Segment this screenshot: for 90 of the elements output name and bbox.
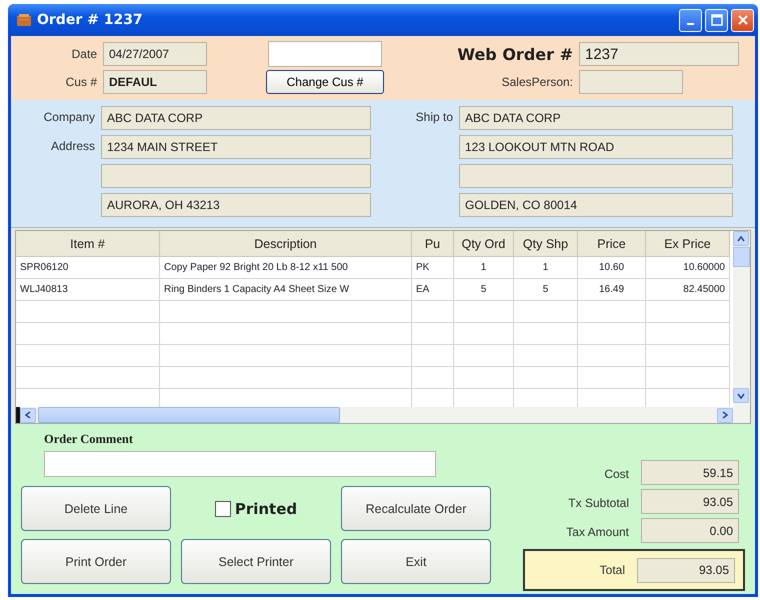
table-cell: [454, 323, 514, 345]
recalculate-order-button[interactable]: Recalculate Order: [341, 486, 491, 531]
table-cell: [454, 345, 514, 367]
maximize-button[interactable]: [705, 8, 728, 32]
app-icon: [16, 13, 32, 27]
web-order-label: Web Order #: [456, 44, 573, 64]
total-label: Tx Subtotal: [567, 496, 629, 510]
horizontal-scrollbar[interactable]: [16, 407, 733, 423]
table-cell: [412, 323, 454, 345]
table-cell: [412, 367, 454, 389]
ship-address-field[interactable]: [459, 164, 733, 188]
scrollbar-thumb[interactable]: [38, 407, 340, 423]
minimize-icon: [687, 23, 694, 25]
scroll-right-button[interactable]: [717, 408, 733, 422]
ship-address-field[interactable]: 123 LOOKOUT MTN ROAD: [459, 135, 733, 159]
table-cell: Copy Paper 92 Bright 20 Lb 8-12 x11 500: [160, 257, 412, 279]
table-cell: [412, 345, 454, 367]
table-cell: 10.60000: [646, 257, 730, 279]
web-order-field[interactable]: 1237: [579, 42, 739, 66]
column-header[interactable]: Description: [160, 231, 412, 257]
table-cell: 16.49: [578, 279, 646, 301]
column-header[interactable]: Price: [578, 231, 646, 257]
table-cell: WLJ40813: [16, 279, 160, 301]
table-cell: [578, 367, 646, 389]
address-field[interactable]: [101, 164, 371, 188]
change-customer-button[interactable]: Change Cus #: [266, 70, 384, 94]
ship-to-label: Ship to: [414, 109, 453, 124]
date-label: Date: [70, 47, 97, 61]
city-field[interactable]: AURORA, OH 43213: [101, 193, 371, 217]
total-label: Tax Amount: [565, 524, 629, 538]
print-order-button[interactable]: Print Order: [21, 539, 171, 584]
column-header[interactable]: Qty Shp: [514, 231, 578, 257]
table-cell: [578, 323, 646, 345]
table-cell: 5: [454, 279, 514, 301]
table-cell: [578, 301, 646, 323]
salesperson-field[interactable]: [579, 70, 683, 94]
minimize-button[interactable]: [679, 8, 702, 32]
amount-field: 0.00: [641, 518, 739, 543]
address-label: Address: [50, 138, 95, 153]
company-label: Company: [42, 109, 95, 124]
table-cell: 1: [514, 257, 578, 279]
column-header[interactable]: Ex Price: [646, 231, 730, 257]
table-cell: [514, 345, 578, 367]
column-header[interactable]: Item #: [16, 231, 160, 257]
amount-field: 93.05: [641, 489, 739, 514]
close-icon: [736, 14, 748, 26]
ship-city-field[interactable]: GOLDEN, CO 80014: [459, 193, 733, 217]
printed-checkbox[interactable]: Printed: [181, 486, 331, 531]
scroll-up-button[interactable]: [733, 231, 749, 246]
salesperson-label: SalesPerson:: [500, 75, 573, 89]
table-cell: 82.45000: [646, 279, 730, 301]
date-field[interactable]: 04/27/2007: [103, 42, 207, 66]
table-cell: 5: [514, 279, 578, 301]
scroll-left-button[interactable]: [20, 408, 36, 422]
ship-company-field[interactable]: ABC DATA CORP: [459, 106, 733, 130]
column-header[interactable]: Qty Ord: [454, 231, 514, 257]
total-field: 93.05: [637, 558, 735, 582]
customer-field[interactable]: DEFAUL: [103, 70, 207, 94]
maximize-icon: [710, 14, 722, 26]
order-comment-label: Order Comment: [44, 432, 134, 447]
table-cell: 1: [454, 257, 514, 279]
close-button[interactable]: [731, 8, 754, 32]
table-cell: 10.60: [578, 257, 646, 279]
window-title: Order # 1237: [37, 12, 143, 28]
customer-label: Cus #: [64, 75, 97, 89]
total-label: Total: [598, 563, 625, 577]
vertical-scrollbar[interactable]: [733, 231, 750, 423]
table-cell: Ring Binders 1 Capacity A4 Sheet Size W: [160, 279, 412, 301]
table-cell: [514, 367, 578, 389]
table-cell: SPR06120: [16, 257, 160, 279]
scroll-down-button[interactable]: [733, 388, 749, 403]
table-cell: [514, 301, 578, 323]
delete-line-button[interactable]: Delete Line: [21, 486, 171, 531]
table-cell: [454, 367, 514, 389]
table-cell: [454, 301, 514, 323]
table-cell: [412, 301, 454, 323]
column-header[interactable]: Pu: [412, 231, 454, 257]
table-cell: PK: [412, 257, 454, 279]
table-cell: EA: [412, 279, 454, 301]
scrollbar-thumb[interactable]: [733, 247, 750, 267]
input-field[interactable]: [268, 41, 382, 67]
amount-field: 59.15: [641, 460, 739, 485]
exit-button[interactable]: Exit: [341, 539, 491, 584]
table-cell: [578, 345, 646, 367]
company-field[interactable]: ABC DATA CORP: [101, 106, 371, 130]
select-printer-button[interactable]: Select Printer: [181, 539, 331, 584]
table-cell: [514, 323, 578, 345]
total-label: Cost: [603, 466, 629, 480]
comment-field[interactable]: [44, 451, 436, 477]
address-field[interactable]: 1234 MAIN STREET: [101, 135, 371, 159]
